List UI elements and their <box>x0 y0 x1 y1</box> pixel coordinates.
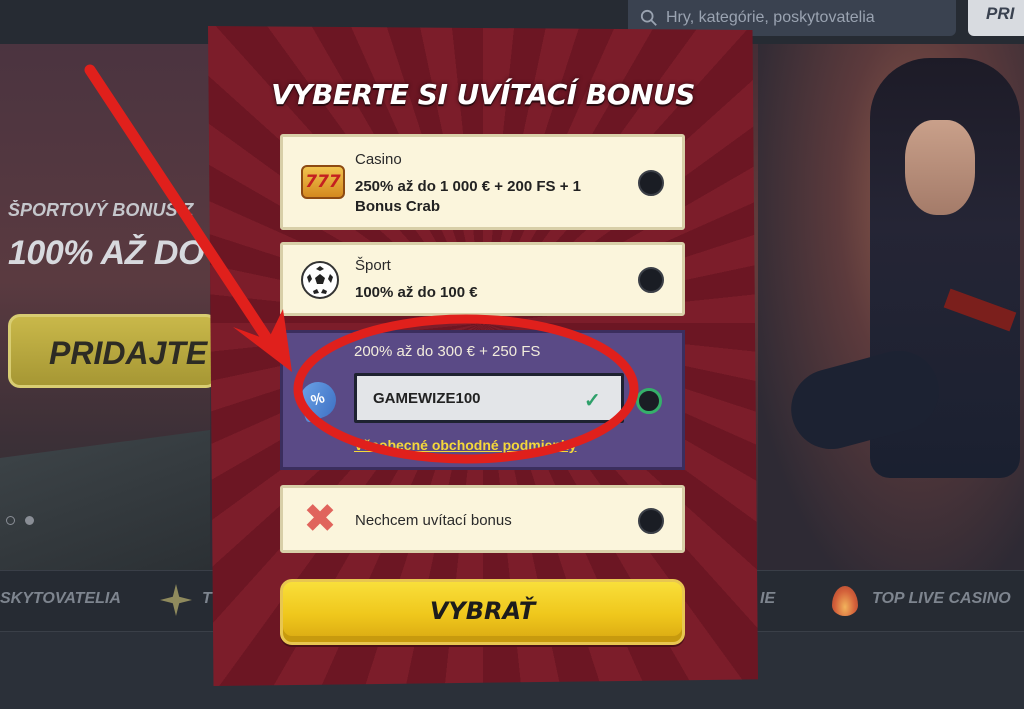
slider-dot[interactable] <box>6 516 15 525</box>
category-top-live-casino[interactable]: TOP LIVE CASINO <box>872 590 1011 608</box>
promo-headline: 100% AŽ DO <box>8 234 204 272</box>
slot-777-icon: 777 <box>301 165 345 199</box>
promo-kicker: ŠPORTOVÝ BONUS Z <box>8 200 194 220</box>
option-description: 250% až do 1 000 € + 200 FS + 1 Bonus Cr… <box>355 178 581 215</box>
heroine-face <box>905 120 975 215</box>
search-input[interactable] <box>666 9 936 27</box>
promo-button[interactable]: PRIDAJTE S <box>8 314 218 388</box>
terms-link[interactable]: Všeobecné obchodné podmienky <box>354 437 577 453</box>
checkmark-icon: ✓ <box>584 390 601 412</box>
search-icon <box>640 9 657 26</box>
option-description: 100% až do 100 € <box>355 284 478 301</box>
option-radio[interactable] <box>638 170 664 196</box>
option-radio[interactable] <box>638 508 664 534</box>
option-title: Šport <box>355 257 391 274</box>
option-radio[interactable] <box>638 267 664 293</box>
modal-title: VYBERTE SI UVÍTACÍ BONUS <box>271 78 695 111</box>
header-action-button[interactable]: PRI <box>968 0 1024 36</box>
soccer-ball-icon <box>301 261 339 299</box>
promo-code-title: 200% až do 300 € + 250 FS <box>354 343 541 360</box>
red-x-icon: ✖ <box>303 496 337 542</box>
bonus-option-sport[interactable]: Šport 100% až do 100 € <box>280 242 685 316</box>
bonus-option-casino[interactable]: 777 Casino 250% až do 1 000 € + 200 FS +… <box>280 134 685 230</box>
category-item-partial-right[interactable]: IE <box>760 590 775 608</box>
category-providers[interactable]: SKYTOVATELIA <box>0 590 121 608</box>
bonus-option-none[interactable]: ✖ Nechcem uvítací bonus <box>280 485 685 553</box>
option-title: Casino <box>355 151 402 168</box>
option-title: Nechcem uvítací bonus <box>355 512 512 529</box>
category-item-partial[interactable]: T <box>202 590 212 608</box>
slider-dot-active[interactable] <box>25 516 34 525</box>
slider-dots[interactable] <box>6 516 34 525</box>
promo-code-radio[interactable] <box>636 388 662 414</box>
select-bonus-button[interactable]: VYBRAŤ <box>280 579 685 645</box>
